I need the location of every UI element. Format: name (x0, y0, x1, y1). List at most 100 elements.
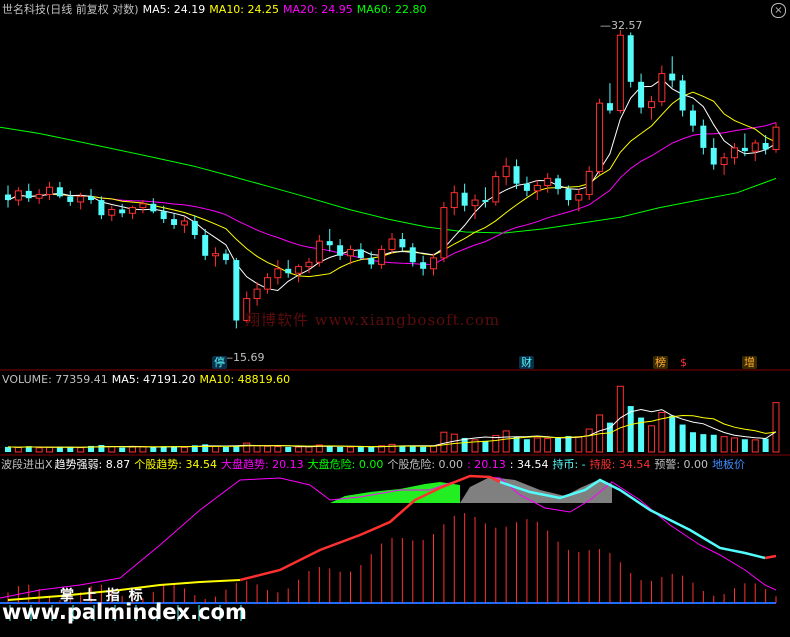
volume-bar (555, 437, 562, 452)
volume-bar (98, 444, 105, 452)
volume-bar (285, 446, 292, 452)
candle-body (180, 220, 188, 226)
volume-bar (368, 446, 375, 452)
volume-bar (35, 447, 43, 453)
candle-body (700, 125, 707, 148)
candle-body (25, 190, 32, 199)
candle-body (751, 142, 759, 152)
candle-body (513, 166, 520, 184)
candle-body (160, 211, 167, 220)
candle-body (337, 245, 344, 256)
volume-bar (46, 446, 54, 453)
chart-stage: 世名科技(日线 前复权 对数) MA5: 24.19 MA10: 24.25 MA20… (0, 0, 790, 633)
watermark-bottom-url: www.palmindex.com (2, 600, 247, 624)
candle-body (150, 203, 157, 212)
candle-body (555, 178, 562, 190)
candle-body (253, 288, 261, 300)
hold-coin: 持币: - (552, 458, 586, 471)
volume-bar (440, 431, 448, 453)
volume-bar (502, 430, 510, 453)
volume-bar (305, 446, 313, 453)
stock-risk: 个股危险: 0.00 (387, 458, 464, 471)
candle-body (305, 261, 313, 268)
volume-bar (150, 447, 157, 452)
candle-body (202, 234, 209, 256)
ma60-legend: MA60: 22.80 (356, 3, 427, 16)
candle-body (492, 176, 500, 203)
volume-bar (420, 446, 427, 452)
candle-body (710, 147, 717, 165)
volume-bar (513, 436, 520, 452)
volume-bar (14, 447, 22, 453)
volume-bar (751, 439, 759, 453)
high-annotation: —32.57 (600, 19, 643, 32)
volume-bar (430, 445, 438, 453)
candle-body (450, 192, 458, 209)
candle-body (191, 221, 198, 235)
tag-stop[interactable]: 停 (212, 356, 227, 369)
candle-body (315, 240, 323, 263)
close-icon[interactable]: × (771, 3, 786, 18)
volume-bar (679, 424, 686, 452)
candle-body (502, 165, 510, 178)
candle-body (606, 103, 613, 111)
candle-body (616, 34, 624, 112)
candle-body (420, 262, 427, 269)
candle-body (679, 80, 686, 111)
ma5-legend: MA5: 24.19 (142, 3, 206, 16)
tag-increase[interactable]: 增 (742, 356, 757, 369)
volume-bar (222, 446, 229, 452)
stock-trend-line-tail (764, 554, 777, 560)
candle-body (669, 73, 676, 81)
candle-body (326, 241, 333, 246)
candle-body (658, 73, 666, 103)
volume-bar (409, 446, 416, 452)
volume-bar (295, 446, 303, 453)
ma60-line (0, 126, 777, 234)
candle-body (171, 219, 178, 225)
tag-finance[interactable]: 财 (519, 356, 534, 369)
volume-bar (233, 445, 240, 452)
candle-body (482, 200, 489, 202)
volume-bar (700, 434, 707, 452)
low-annotation: —15.69 (222, 351, 265, 364)
volume-bar (67, 447, 74, 452)
volume-bar (326, 445, 333, 452)
volume-bar (212, 445, 220, 453)
candle-body (67, 196, 74, 202)
volume-bar (243, 442, 251, 453)
ma5-line (7, 78, 777, 292)
volume-bar (523, 439, 530, 452)
stock-title: 世名科技(日线 前复权 对数) (2, 3, 139, 16)
candle-body (212, 253, 220, 257)
volume-bar (119, 447, 126, 452)
volume-ma10-legend: MA10: 48819.60 (199, 373, 291, 386)
candle-body (596, 102, 604, 172)
volume-bar (77, 447, 85, 453)
trend-strength: 趋势强弱: 8.87 (54, 458, 131, 471)
candle-body (108, 208, 116, 216)
tag-rank[interactable]: 榜 (653, 356, 668, 369)
candle-body (35, 194, 43, 199)
volume-panel-header: VOLUME: 77359.41 MA5: 47191.20 MA10: 48819… (2, 373, 294, 387)
candle-body (346, 248, 354, 257)
candle-body (295, 266, 303, 274)
tag-dollar[interactable]: $ (678, 356, 689, 369)
candle-body (430, 257, 438, 270)
volume-bar (720, 436, 728, 453)
candle-body (139, 203, 147, 209)
volume-bar (346, 446, 354, 453)
market-risk: 大盘危险: 0.00 (307, 458, 384, 471)
candle-body (5, 194, 11, 201)
candle-body (56, 187, 63, 197)
ma20-legend: MA20: 24.95 (283, 3, 353, 16)
candle-body (575, 194, 583, 201)
volume-bar (544, 438, 552, 453)
volume-bar (274, 446, 282, 453)
candle-body (129, 207, 137, 214)
value-1: : 20.13 (467, 458, 506, 471)
candle-body (440, 207, 448, 259)
volume-legend: VOLUME: 77359.41 (2, 373, 108, 386)
volume-bar (762, 438, 769, 452)
candle-body (565, 189, 572, 201)
